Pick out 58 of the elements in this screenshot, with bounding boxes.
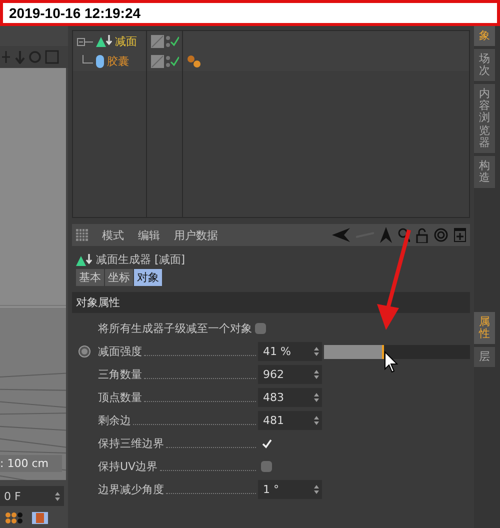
property-label: 减面强度 bbox=[98, 344, 142, 359]
timestamp: 2019-10-16 12:19:24 bbox=[9, 5, 141, 21]
grip-icon[interactable] bbox=[76, 229, 88, 241]
tab[interactable]: 对象 bbox=[134, 269, 162, 286]
dots-grid-icon[interactable] bbox=[4, 512, 24, 524]
property-label: 保持UV边界 bbox=[98, 459, 158, 474]
up-arrow-icon[interactable] bbox=[380, 227, 392, 243]
tab[interactable]: 坐标 bbox=[105, 269, 133, 286]
new-panel-icon[interactable] bbox=[454, 228, 466, 242]
animation-dot-icon[interactable] bbox=[78, 345, 90, 358]
slider[interactable] bbox=[324, 344, 470, 358]
spinner-icon[interactable] bbox=[314, 393, 319, 402]
number-field[interactable]: 483 bbox=[258, 388, 322, 407]
viewport[interactable]: : 100 cm bbox=[0, 68, 66, 480]
collapse-icon[interactable] bbox=[77, 35, 93, 47]
cursor-icon bbox=[384, 350, 398, 373]
frame-field[interactable]: 0 F bbox=[0, 486, 64, 506]
side-tab[interactable]: 层 bbox=[474, 347, 495, 368]
unlock-icon[interactable] bbox=[416, 228, 428, 242]
number-field[interactable]: 481 bbox=[258, 411, 322, 430]
side-tab[interactable]: 象 bbox=[474, 26, 495, 46]
menu-item[interactable]: 编辑 bbox=[138, 228, 160, 242]
visibility-toggles-icon[interactable] bbox=[151, 34, 179, 48]
side-tab[interactable]: 属性 bbox=[474, 312, 495, 344]
menu-item[interactable]: 模式 bbox=[102, 228, 124, 242]
object-title: 减面生成器 [减面] bbox=[96, 252, 186, 267]
property-label: 将所有生成器子级减至一个对象 bbox=[98, 321, 252, 336]
number-field[interactable]: 41 % bbox=[258, 342, 322, 361]
capsule-icon bbox=[96, 54, 104, 68]
number-field[interactable]: 1 ° bbox=[258, 480, 322, 499]
spinner-icon[interactable] bbox=[314, 370, 319, 379]
search-icon[interactable] bbox=[398, 228, 410, 242]
spinner-icon[interactable] bbox=[314, 485, 319, 494]
number-field[interactable]: 962 bbox=[258, 365, 322, 384]
section-header: 对象属性 bbox=[72, 292, 470, 313]
grid-scale-label: : 100 cm bbox=[0, 455, 62, 472]
spinner-icon[interactable] bbox=[314, 416, 319, 425]
property-label: 剩余边 bbox=[98, 413, 131, 428]
property-label: 顶点数量 bbox=[98, 390, 142, 405]
film-icon[interactable] bbox=[32, 512, 48, 524]
back-arrow-icon[interactable] bbox=[332, 228, 350, 242]
tag-icon[interactable] bbox=[187, 54, 201, 68]
property-label: 边界减少角度 bbox=[98, 482, 164, 497]
side-tab[interactable]: 内容浏览器 bbox=[474, 84, 495, 153]
property-label: 三角数量 bbox=[98, 367, 142, 382]
spinner-icon[interactable] bbox=[314, 347, 319, 356]
menu-item[interactable]: 用户数据 bbox=[174, 228, 218, 242]
property-label: 保持三维边界 bbox=[98, 436, 164, 451]
spinner-icon[interactable] bbox=[55, 492, 60, 500]
target-icon[interactable] bbox=[434, 228, 448, 242]
visibility-toggles-icon[interactable] bbox=[151, 54, 179, 68]
side-tab[interactable]: 构造 bbox=[474, 156, 495, 188]
reduce-generator-icon bbox=[96, 35, 112, 47]
checkbox[interactable] bbox=[255, 323, 266, 334]
tab[interactable]: 基本 bbox=[76, 269, 104, 286]
checkbox[interactable] bbox=[261, 461, 272, 472]
side-tab[interactable]: 场次 bbox=[474, 49, 495, 82]
reduce-generator-icon bbox=[76, 254, 92, 266]
